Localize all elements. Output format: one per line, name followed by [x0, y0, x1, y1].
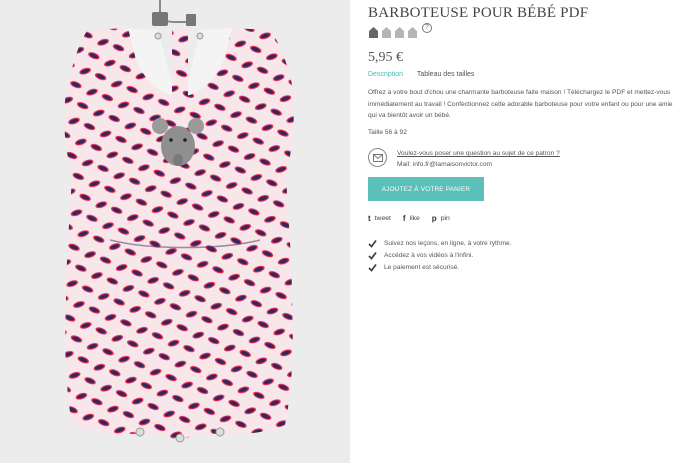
- twitter-icon: t: [368, 214, 371, 223]
- tab-size-chart[interactable]: Tableau des tailles: [417, 71, 475, 78]
- like-button[interactable]: f like: [403, 214, 420, 223]
- tweet-label: tweet: [374, 215, 391, 222]
- pinterest-icon: p: [431, 214, 437, 223]
- checkmark-icon: [368, 251, 377, 260]
- house-icon: [408, 27, 417, 38]
- product-price: 5,95 €: [368, 50, 403, 65]
- checkmark-icon: [368, 239, 377, 248]
- product-title: BARBOTEUSE POUR BÉBÉ PDF: [368, 5, 589, 21]
- product-description: Offrez à votre bout d'chou une charmante…: [368, 89, 673, 119]
- product-image[interactable]: [0, 0, 350, 463]
- share-bar: t tweet f like p pin: [368, 214, 462, 223]
- pin-label: pin: [440, 215, 450, 222]
- size-range: Taille 56 à 92: [368, 129, 407, 136]
- house-icon: [382, 27, 391, 38]
- house-icon: [369, 27, 378, 38]
- feature-item: Accédez à vos vidéos à l'infini.: [368, 249, 512, 261]
- add-to-cart-button[interactable]: AJOUTEZ À VOTRE PANIER: [368, 177, 484, 201]
- checkmark-icon: [368, 263, 377, 272]
- facebook-icon: f: [402, 214, 406, 223]
- ask-question-link[interactable]: Voulez-vous poser une question au sujet …: [397, 148, 560, 159]
- tab-description[interactable]: Description: [368, 71, 403, 78]
- contact-block: Voulez-vous poser une question au sujet …: [368, 148, 560, 170]
- like-label: like: [409, 215, 420, 222]
- feature-item: Suivez nos leçons, en ligne, à votre ryt…: [368, 237, 512, 249]
- envelope-icon[interactable]: [368, 148, 387, 167]
- pin-button[interactable]: p pin: [432, 214, 450, 223]
- feature-list: Suivez nos leçons, en ligne, à votre ryt…: [368, 237, 512, 273]
- feature-item: Le paiement est sécurisé.: [368, 261, 512, 273]
- contact-email: Mail: info.fr@lamaisonvictor.com: [397, 161, 493, 168]
- difficulty-rating: ?: [368, 23, 432, 38]
- house-icon: [395, 27, 404, 38]
- tweet-button[interactable]: t tweet: [368, 214, 391, 223]
- help-icon[interactable]: ?: [422, 23, 432, 33]
- product-tabs: Description Tableau des tailles: [368, 71, 486, 78]
- romper-photo: [64, 0, 294, 443]
